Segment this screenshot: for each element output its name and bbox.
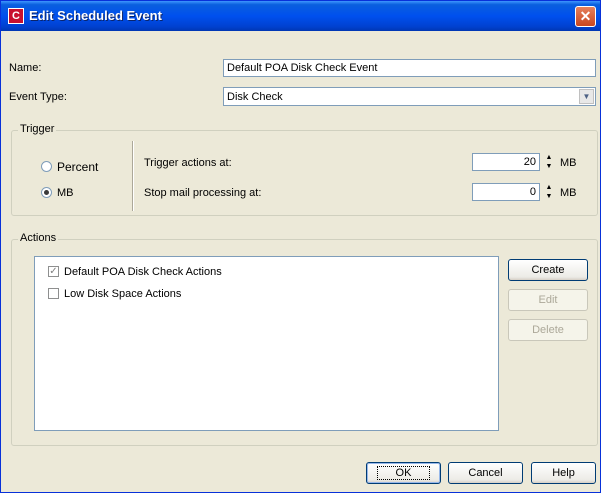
title-bar[interactable]: C Edit Scheduled Event ✕: [1, 1, 600, 31]
arrow-up-icon[interactable]: ▲: [542, 183, 556, 192]
chevron-down-icon[interactable]: ▼: [579, 89, 594, 104]
stop-mail-unit: MB: [560, 187, 577, 199]
name-label: Name:: [9, 62, 42, 74]
arrow-up-icon[interactable]: ▲: [542, 153, 556, 162]
name-field[interactable]: Default POA Disk Check Event: [223, 59, 596, 77]
event-type-label: Event Type:: [9, 91, 67, 103]
trigger-actions-unit: MB: [560, 157, 577, 169]
stop-mail-input[interactable]: 0: [472, 183, 540, 201]
ok-button[interactable]: OK: [366, 462, 441, 484]
mb-radio[interactable]: [41, 187, 52, 198]
list-item-label: Low Disk Space Actions: [64, 288, 182, 300]
window-title: Edit Scheduled Event: [29, 8, 162, 23]
arrow-down-icon[interactable]: ▼: [542, 192, 556, 201]
trigger-actions-label: Trigger actions at:: [144, 157, 232, 169]
arrow-down-icon[interactable]: ▼: [542, 162, 556, 171]
edit-button[interactable]: Edit: [508, 289, 588, 311]
create-button[interactable]: Create: [508, 259, 588, 281]
ok-button-label: OK: [376, 466, 431, 480]
trigger-group-title: Trigger: [18, 123, 57, 135]
trigger-group: Trigger Percent MB Trigger actions at: 2…: [11, 123, 598, 216]
stop-mail-label: Stop mail processing at:: [144, 187, 262, 199]
event-type-value: Disk Check: [227, 91, 283, 103]
actions-list[interactable]: ✓ Default POA Disk Check Actions Low Dis…: [34, 256, 499, 431]
list-item[interactable]: ✓ Default POA Disk Check Actions: [35, 263, 498, 281]
list-item[interactable]: Low Disk Space Actions: [35, 285, 498, 303]
stop-mail-stepper[interactable]: ▲ ▼: [542, 183, 556, 201]
event-type-select[interactable]: Disk Check ▼: [223, 87, 596, 106]
delete-button[interactable]: Delete: [508, 319, 588, 341]
help-button[interactable]: Help: [531, 462, 596, 484]
mb-radio-label: MB: [57, 187, 74, 199]
checkbox-unchecked[interactable]: [48, 288, 59, 299]
actions-group-title: Actions: [18, 232, 59, 244]
cancel-button[interactable]: Cancel: [448, 462, 523, 484]
checkbox-checked[interactable]: ✓: [48, 266, 59, 277]
percent-radio-label: Percent: [57, 160, 99, 174]
actions-group: Actions ✓ Default POA Disk Check Actions…: [11, 232, 598, 446]
list-item-label: Default POA Disk Check Actions: [64, 266, 222, 278]
trigger-actions-stepper[interactable]: ▲ ▼: [542, 153, 556, 171]
app-logo-icon: C: [8, 8, 24, 24]
close-button[interactable]: ✕: [575, 6, 596, 27]
trigger-divider: [132, 141, 134, 211]
dialog-window: C Edit Scheduled Event ✕ Name: Default P…: [0, 0, 601, 493]
percent-radio[interactable]: [41, 161, 52, 172]
trigger-actions-input[interactable]: 20: [472, 153, 540, 171]
